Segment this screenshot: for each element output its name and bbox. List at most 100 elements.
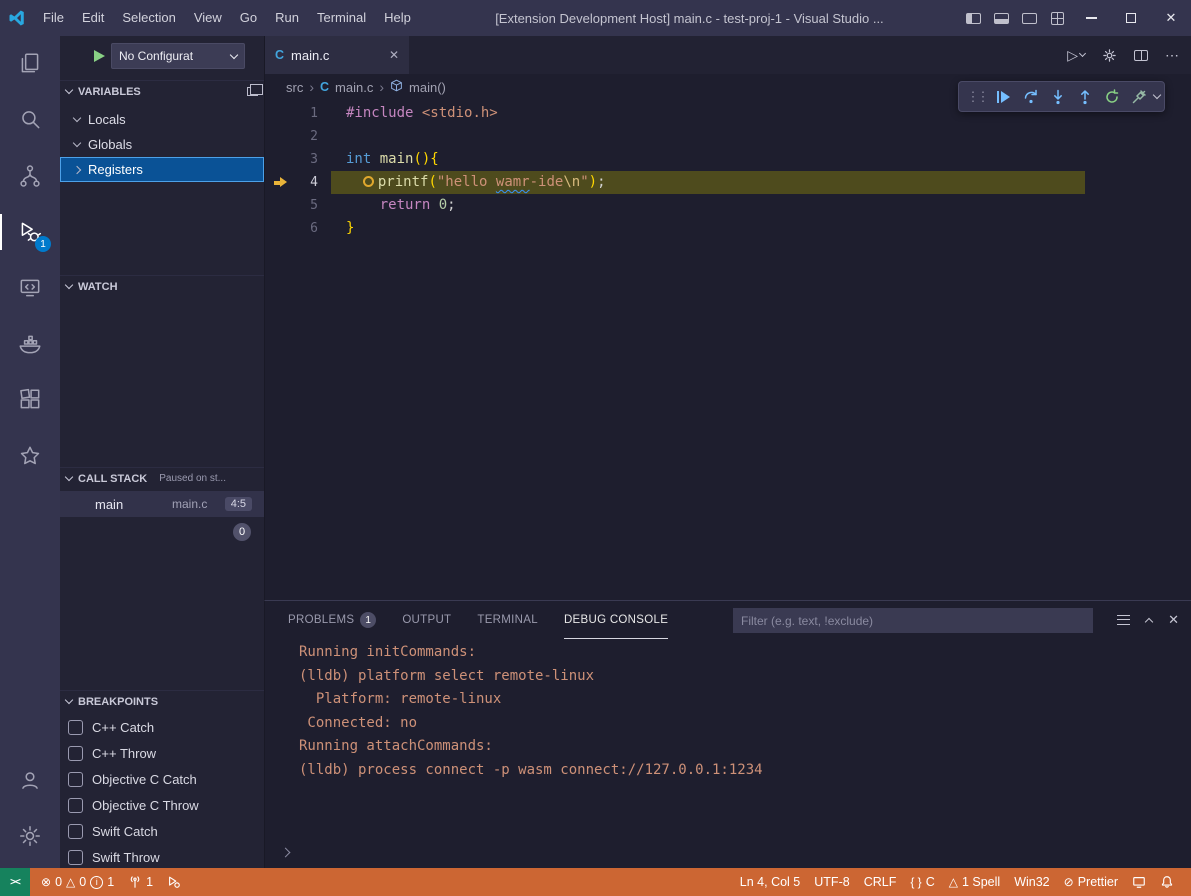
filter-lines-icon[interactable]: [1117, 615, 1130, 625]
cursor-position[interactable]: Ln 4, Col 5: [733, 868, 807, 896]
console-filter-input[interactable]: [733, 608, 1093, 633]
eol-indicator[interactable]: CRLF: [857, 868, 904, 896]
gutter[interactable]: 6: [265, 217, 346, 240]
breakpoint-item[interactable]: Objective C Catch: [60, 766, 264, 792]
variables-item-registers[interactable]: Registers: [60, 157, 264, 182]
code-line[interactable]: 2: [265, 125, 1191, 148]
breakpoint-checkbox[interactable]: [68, 720, 83, 735]
step-out-icon[interactable]: [1071, 83, 1098, 110]
tab-main-c[interactable]: C main.c ✕: [265, 36, 409, 74]
spell-checker-status[interactable]: △ 1 Spell: [942, 868, 1007, 896]
toggle-panel-icon[interactable]: [987, 0, 1015, 36]
encoding-indicator[interactable]: UTF-8: [807, 868, 856, 896]
breakpoint-checkbox[interactable]: [68, 824, 83, 839]
close-panel-icon[interactable]: ✕: [1168, 612, 1179, 628]
gutter[interactable]: 1: [265, 102, 346, 125]
gutter[interactable]: 2: [265, 125, 346, 148]
breadcrumb-folder[interactable]: src: [286, 80, 303, 95]
disconnect-icon[interactable]: [1125, 83, 1152, 110]
menu-item[interactable]: Run: [266, 0, 308, 36]
watch-section-header[interactable]: WATCH: [60, 275, 264, 297]
variables-item-locals[interactable]: Locals: [60, 107, 264, 132]
menu-item[interactable]: File: [34, 0, 73, 36]
maximize-button[interactable]: [1111, 0, 1151, 36]
maximize-panel-icon[interactable]: [1145, 618, 1153, 626]
debug-config-dropdown[interactable]: No Configurat: [111, 43, 245, 69]
debug-status[interactable]: [160, 868, 188, 896]
restart-icon[interactable]: [1098, 83, 1125, 110]
minimize-button[interactable]: [1071, 0, 1111, 36]
remote-explorer-icon[interactable]: [0, 260, 60, 316]
source-control-icon[interactable]: [0, 148, 60, 204]
breakpoints-section-header[interactable]: BREAKPOINTS: [60, 690, 264, 712]
breakpoint-item[interactable]: Objective C Throw: [60, 792, 264, 818]
breadcrumb-file[interactable]: main.c: [335, 80, 373, 95]
run-or-debug-icon[interactable]: ▷: [1067, 47, 1085, 64]
menu-item[interactable]: Terminal: [308, 0, 375, 36]
menu-item[interactable]: Help: [375, 0, 420, 36]
tab-debug-console[interactable]: DEBUG CONSOLE: [564, 601, 668, 639]
remote-indicator[interactable]: ><: [0, 868, 30, 896]
toolbar-drag-handle[interactable]: ⋮⋮: [963, 83, 990, 110]
customize-layout-icon[interactable]: [1043, 0, 1071, 36]
breakpoint-checkbox[interactable]: [68, 772, 83, 787]
variables-item-globals[interactable]: Globals: [60, 132, 264, 157]
language-indicator[interactable]: { } C: [903, 868, 941, 896]
close-button[interactable]: ✕: [1151, 0, 1191, 36]
breadcrumb-symbol[interactable]: main(): [409, 80, 446, 95]
chevron-down-icon[interactable]: [1153, 91, 1161, 99]
gutter[interactable]: 4: [265, 171, 346, 194]
screen-icon[interactable]: [1125, 868, 1153, 896]
docker-icon[interactable]: [0, 316, 60, 372]
breakpoint-checkbox[interactable]: [68, 798, 83, 813]
console-input-prompt[interactable]: [282, 843, 289, 861]
gutter[interactable]: 5: [265, 194, 346, 217]
explorer-icon[interactable]: [0, 36, 60, 92]
gear-icon[interactable]: [1102, 48, 1117, 63]
more-actions-icon[interactable]: ⋯: [1165, 47, 1179, 64]
sections-icon[interactable]: [247, 87, 258, 96]
extensions-icon[interactable]: [0, 372, 60, 428]
menu-item[interactable]: View: [185, 0, 231, 36]
tab-problems[interactable]: PROBLEMS 1: [288, 601, 376, 639]
code-line[interactable]: 5 return 0;: [265, 194, 1191, 217]
code-line[interactable]: 3int main(){: [265, 148, 1191, 171]
breakpoint-item[interactable]: Swift Catch: [60, 818, 264, 844]
settings-gear-icon[interactable]: [0, 808, 60, 864]
prettier-status[interactable]: ⊘ Prettier: [1057, 868, 1125, 896]
call-stack-section-header[interactable]: CALL STACK Paused on st...: [60, 467, 264, 489]
breakpoint-item[interactable]: Swift Throw: [60, 844, 264, 870]
gutter[interactable]: 3: [265, 148, 346, 171]
breakpoint-item[interactable]: C++ Catch: [60, 714, 264, 740]
call-stack-frame[interactable]: main main.c 4:5: [60, 491, 264, 517]
tab-terminal[interactable]: TERMINAL: [477, 601, 538, 639]
tab-output[interactable]: OUTPUT: [402, 601, 451, 639]
start-debugging-icon[interactable]: [94, 50, 105, 62]
step-into-icon[interactable]: [1044, 83, 1071, 110]
breakpoint-item[interactable]: C++ Throw: [60, 740, 264, 766]
menu-item[interactable]: Selection: [113, 0, 184, 36]
breakpoint-checkbox[interactable]: [68, 746, 83, 761]
code-line[interactable]: 6}: [265, 217, 1191, 240]
inline-breakpoint-icon[interactable]: [363, 176, 374, 187]
run-and-debug-icon[interactable]: 1: [0, 204, 60, 260]
close-tab-icon[interactable]: ✕: [389, 48, 399, 62]
breakpoint-checkbox[interactable]: [68, 850, 83, 865]
notifications-bell-icon[interactable]: [1153, 868, 1181, 896]
toggle-secondary-sidebar-icon[interactable]: [1015, 0, 1043, 36]
code-line[interactable]: 4 printf("hello wamr-ide\n");: [265, 171, 1191, 194]
step-over-icon[interactable]: [1017, 83, 1044, 110]
debug-console-output[interactable]: Running initCommands:(lldb) platform sel…: [265, 641, 1185, 842]
toggle-sidebar-icon[interactable]: [959, 0, 987, 36]
star-icon[interactable]: [0, 428, 60, 484]
platform-indicator[interactable]: Win32: [1007, 868, 1056, 896]
continue-icon[interactable]: [990, 83, 1017, 110]
search-icon[interactable]: [0, 92, 60, 148]
menu-item[interactable]: Edit: [73, 0, 113, 36]
menu-item[interactable]: Go: [231, 0, 266, 36]
accounts-icon[interactable]: [0, 752, 60, 808]
code-lines[interactable]: 1#include <stdio.h>23int main(){4 printf…: [265, 100, 1191, 600]
split-editor-icon[interactable]: [1134, 50, 1148, 61]
problems-status[interactable]: ⊗ 0 △ 0 1: [34, 868, 121, 896]
variables-section-header[interactable]: VARIABLES: [60, 80, 264, 102]
